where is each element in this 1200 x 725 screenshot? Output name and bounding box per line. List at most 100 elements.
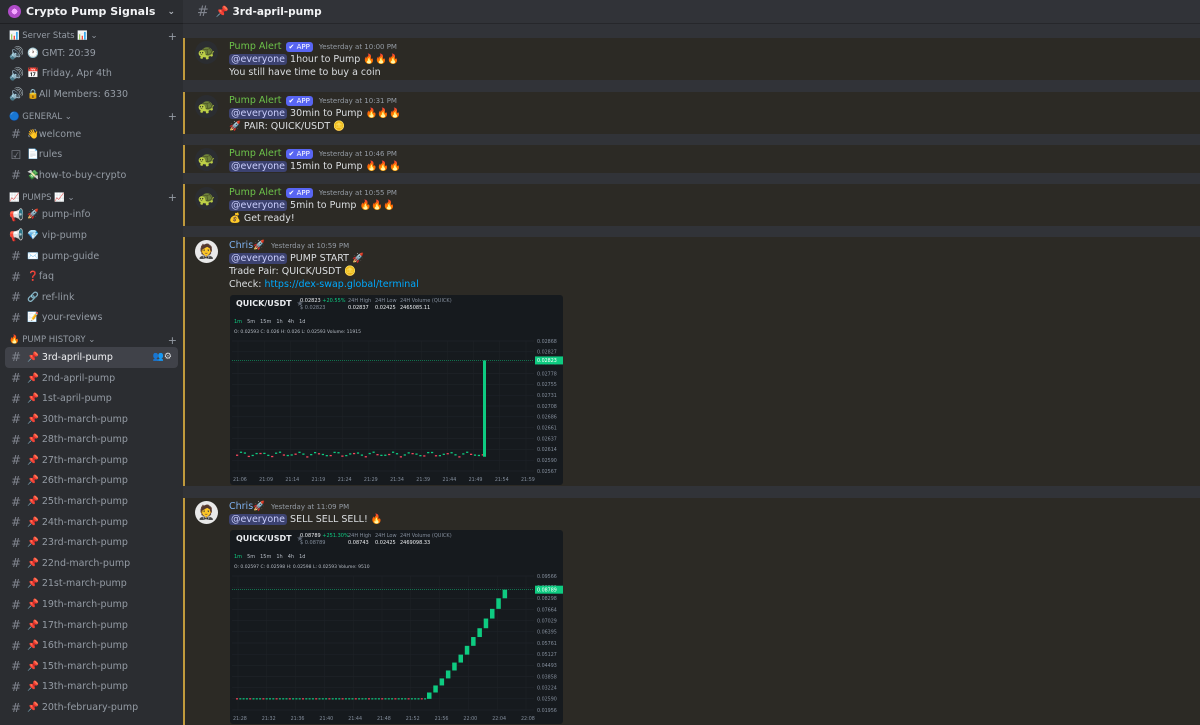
sidebar-channel[interactable]: # 📌 15th-march-pump xyxy=(0,656,183,677)
megaphone-icon: 📢 xyxy=(9,228,24,243)
channel-name: 📌 26th-march-pump xyxy=(27,475,128,487)
mention[interactable]: @everyone xyxy=(229,161,288,172)
candlestick-chart[interactable]: 0.028680.028270.028020.027780.027550.027… xyxy=(230,295,563,485)
candle xyxy=(442,453,445,455)
sidebar-channel[interactable]: 📢 🚀 pump-info xyxy=(0,205,183,226)
candle xyxy=(380,454,383,457)
message-text: 💰 Get ready! xyxy=(229,213,295,224)
sidebar-channel[interactable]: # 📌 2nd-april-pump xyxy=(0,368,183,389)
candle xyxy=(374,698,377,700)
sidebar-channel[interactable]: # 📌 24th-march-pump xyxy=(0,512,183,533)
add-channel-icon[interactable]: + xyxy=(168,191,177,204)
sidebar-channel[interactable]: # 💸how-to-buy-crypto xyxy=(0,165,183,186)
sidebar-channel[interactable]: 📢 💎 vip-pump xyxy=(0,225,183,246)
avatar[interactable]: 🐢 xyxy=(195,95,218,118)
sidebar-channel[interactable]: # 📌 20th-february-pump xyxy=(0,697,183,718)
invite-settings-icon[interactable]: 👥⚙ xyxy=(153,352,172,362)
sidebar-channel[interactable]: # 📌 30th-march-pump xyxy=(0,409,183,430)
category-header[interactable]: 🔵 GENERAL ⌄ + xyxy=(0,110,183,124)
message-link[interactable]: https://dex-swap.global/terminal xyxy=(264,279,418,290)
chart-embed[interactable]: QUICK/USDT ★ 0.08789 +251.30% $ 0.08789 24H… xyxy=(230,530,563,724)
candle xyxy=(407,452,410,454)
author-name[interactable]: Pump Alert xyxy=(229,187,282,198)
message-list[interactable]: 🐢 Pump Alert ✔ APP Yesterday at 10:00 PM @ev… xyxy=(183,24,1200,725)
server-header[interactable]: Crypto Pump Signals ⌄ xyxy=(0,0,183,24)
avatar[interactable]: 🐢 xyxy=(195,187,218,210)
author-name[interactable]: Pump Alert xyxy=(229,148,282,159)
add-channel-icon[interactable]: + xyxy=(168,334,177,347)
avatar[interactable]: 🤵 xyxy=(195,501,218,524)
category-label: 🔵 GENERAL ⌄ xyxy=(9,111,72,122)
hash-icon: # xyxy=(10,576,22,591)
hash-icon: # xyxy=(10,269,22,284)
sidebar-channel[interactable]: # 📌 16th-march-pump xyxy=(0,635,183,656)
sidebar-channel[interactable]: # 📌 13th-march-pump xyxy=(0,677,183,698)
mention[interactable]: @everyone xyxy=(229,108,288,119)
sidebar-channel[interactable]: 🔊 🔒All Members: 6330 xyxy=(0,84,183,105)
candle xyxy=(353,452,356,455)
candle xyxy=(401,698,403,700)
sidebar-channel[interactable]: # 👋welcome xyxy=(0,124,183,145)
category-header[interactable]: 🔥 PUMP HISTORY ⌄ + xyxy=(0,333,183,347)
channel-sidebar: Crypto Pump Signals ⌄ 📊 Server Stats 📊 ⌄… xyxy=(0,0,183,725)
author-name[interactable]: Pump Alert xyxy=(229,95,282,106)
add-channel-icon[interactable]: + xyxy=(168,110,177,123)
y-tick-label: 0.02868 xyxy=(537,339,557,345)
mention[interactable]: @everyone xyxy=(229,514,288,525)
candle xyxy=(384,454,387,456)
candle xyxy=(381,698,384,700)
step-candle xyxy=(496,598,501,609)
candle xyxy=(325,698,328,700)
candle xyxy=(417,698,420,700)
author-name[interactable]: Pump Alert xyxy=(229,41,282,52)
sidebar-channel[interactable]: # 📌 26th-march-pump xyxy=(0,471,183,492)
sidebar-channel[interactable]: # 📌 25th-march-pump xyxy=(0,491,183,512)
candle xyxy=(420,698,423,700)
sidebar-channel[interactable]: # 📌 19th-march-pump xyxy=(0,594,183,615)
sidebar-channel[interactable]: # 📌 21st-march-pump xyxy=(0,574,183,595)
sidebar-channel[interactable]: # 📌 22nd-march-pump xyxy=(0,553,183,574)
avatar[interactable]: 🐢 xyxy=(195,41,218,64)
mention[interactable]: @everyone xyxy=(229,54,288,65)
sidebar-channel[interactable]: ☑ 📄rules xyxy=(0,144,183,165)
timestamp: Yesterday at 10:59 PM xyxy=(271,241,350,250)
sidebar-channel[interactable]: # 📌 23rd-march-pump xyxy=(0,532,183,553)
message-line: @everyone SELL SELL SELL! 🔥 xyxy=(229,514,383,525)
candle xyxy=(376,454,379,456)
sidebar-channel[interactable]: # 📌 28th-march-pump xyxy=(0,430,183,451)
sidebar-channel[interactable]: # 📌 1st-april-pump xyxy=(0,388,183,409)
step-candle xyxy=(464,645,470,655)
sidebar-channel[interactable]: # 🔗 ref-link xyxy=(0,287,183,308)
category-header[interactable]: 📊 Server Stats 📊 ⌄ + xyxy=(0,29,183,43)
add-channel-icon[interactable]: + xyxy=(168,30,177,43)
sidebar-channel[interactable]: # 📌 17th-march-pump xyxy=(0,615,183,636)
chevron-down-icon[interactable]: ⌄ xyxy=(167,7,175,17)
discord-window: Crypto Pump Signals ⌄ 📊 Server Stats 📊 ⌄… xyxy=(0,0,1200,725)
candle xyxy=(349,453,352,455)
mention[interactable]: @everyone xyxy=(229,253,288,264)
step-candle xyxy=(433,685,438,693)
sidebar-channel[interactable]: 🔊 🕐 GMT: 20:39 xyxy=(0,43,183,64)
sidebar-channel[interactable]: # ✉️ pump-guide xyxy=(0,246,183,267)
avatar[interactable]: 🤵 xyxy=(195,240,218,263)
sidebar-channel[interactable]: # 📝 your-reviews xyxy=(0,308,183,329)
sidebar-channel[interactable]: # 📌 3rd-april-pump 👥⚙ xyxy=(5,347,178,368)
candle xyxy=(371,698,374,700)
message-text: 5min to Pump 🔥🔥🔥 xyxy=(287,200,395,211)
mention[interactable]: @everyone xyxy=(229,200,288,211)
avatar[interactable]: 🐢 xyxy=(195,148,218,171)
chart-embed[interactable]: QUICK/USDT ★ 0.02823 +20.55% $ 0.02823 24H … xyxy=(230,295,563,485)
author-name[interactable]: Chris xyxy=(229,240,253,251)
message-line: 💰 Get ready! xyxy=(229,213,295,224)
category-header[interactable]: 📈 PUMPS 📈 ⌄ + xyxy=(0,191,183,205)
sidebar-channel[interactable]: # 📌 27th-march-pump xyxy=(0,450,183,471)
price-tag-label: 0.02823 xyxy=(537,358,557,364)
candlestick-chart[interactable]: 0.095660.089320.082980.076640.070290.063… xyxy=(230,530,563,724)
sidebar-channel[interactable]: # ❓faq xyxy=(0,266,183,287)
sidebar-channel[interactable]: 🔊 📅 Friday, Apr 4th xyxy=(0,64,183,85)
channel-name: 📌 27th-march-pump xyxy=(27,454,128,466)
channel-name: ❓faq xyxy=(27,271,55,283)
author-name[interactable]: Chris xyxy=(229,501,253,512)
channel-header: # 📌 3rd-april-pump xyxy=(183,0,1200,24)
channel-name: 💎 vip-pump xyxy=(27,229,87,241)
